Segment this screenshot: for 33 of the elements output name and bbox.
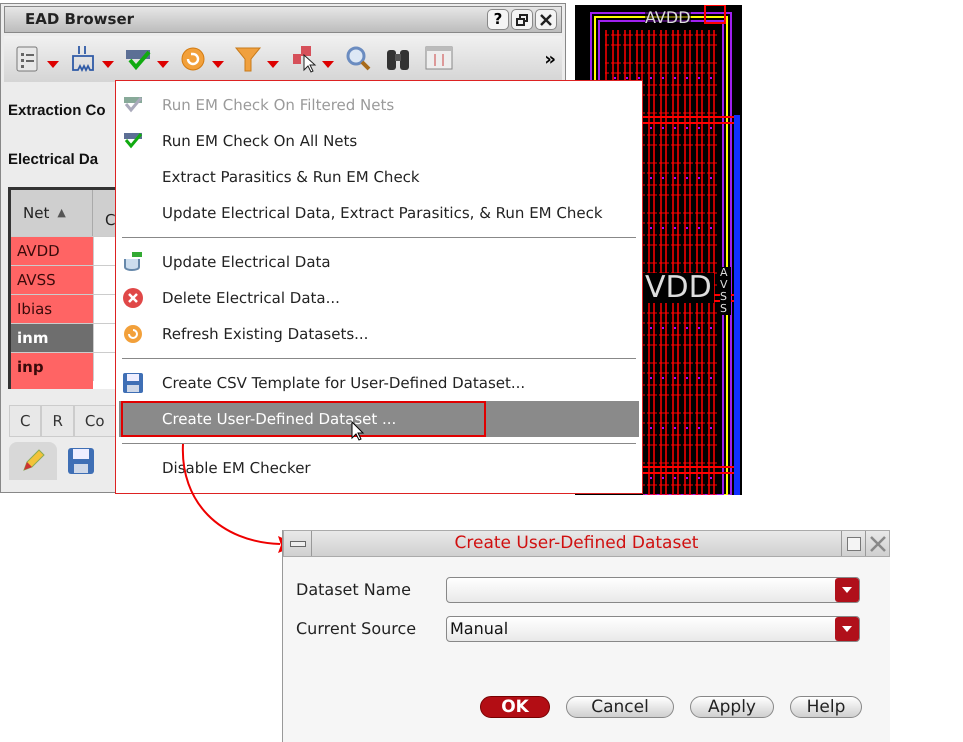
dialog-button[interactable]: OK xyxy=(480,696,550,718)
tab[interactable]: R xyxy=(41,405,74,437)
dialog-button[interactable]: Cancel xyxy=(566,696,674,718)
table-cell[interactable]: AVDD xyxy=(11,237,93,265)
window-title: Create User-Defined Dataset xyxy=(454,532,700,555)
table-cell[interactable]: inp xyxy=(11,353,93,381)
menu-item[interactable]: Run EM Check On All Nets xyxy=(119,123,639,159)
window-title: EAD Browser xyxy=(25,9,136,30)
field-label: Current Source xyxy=(296,618,418,640)
menu-item[interactable]: Extract Parasitics & Run EM Check xyxy=(119,159,639,195)
sort-indicator: ▲ xyxy=(57,204,66,221)
dialog-button[interactable]: Help xyxy=(790,696,862,718)
field-label: Dataset Name xyxy=(296,579,412,601)
dialog-button[interactable]: Apply xyxy=(690,696,774,718)
section-label: Electrical Da xyxy=(8,150,98,170)
net-label: VDD xyxy=(643,273,714,303)
combo-box[interactable]: Manual xyxy=(446,616,860,642)
menu-item[interactable]: Create CSV Template for User-Defined Dataset... xyxy=(119,365,639,401)
net-label: AVDD xyxy=(645,10,691,26)
tab[interactable]: Co xyxy=(74,405,116,437)
table-cell[interactable]: inm xyxy=(11,324,93,352)
menu-item[interactable]: Update Electrical Data xyxy=(119,244,639,280)
table-cell[interactable]: Ibias xyxy=(11,295,93,323)
menu-item[interactable]: Update Electrical Data, Extract Parasitics, & Run EM Check xyxy=(119,195,639,231)
tab[interactable]: C xyxy=(9,405,42,437)
net-label: AVSS xyxy=(720,267,731,316)
help-button[interactable]: ? xyxy=(487,9,509,30)
overflow-button[interactable]: » xyxy=(544,46,556,72)
menu-item[interactable]: Delete Electrical Data... xyxy=(119,280,639,316)
column-header[interactable]: Net ▲ xyxy=(11,190,93,236)
menu-item[interactable]: Refresh Existing Datasets... xyxy=(119,316,639,352)
table-cell[interactable]: AVSS xyxy=(11,266,93,294)
section-label: Extraction Co xyxy=(8,101,106,121)
